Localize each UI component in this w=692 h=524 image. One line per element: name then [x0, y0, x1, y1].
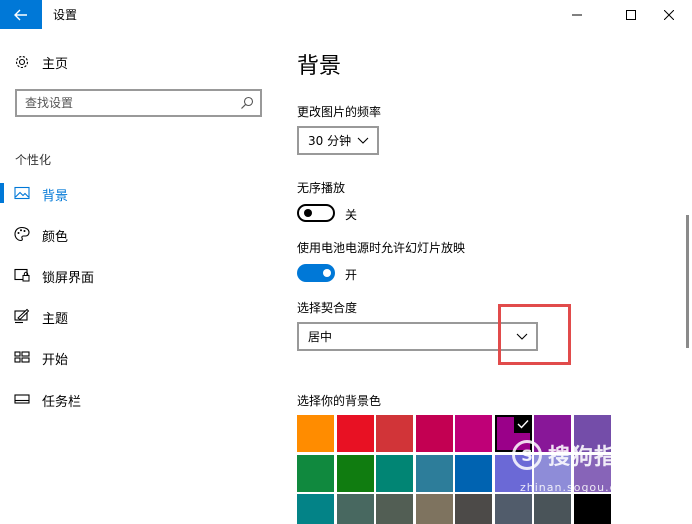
sidebar-item-home[interactable]: 主页 [14, 52, 68, 72]
section-title: 个性化 [15, 153, 52, 167]
dropdown-value: 居中 [308, 330, 333, 344]
color-swatch[interactable] [415, 494, 453, 524]
color-swatch[interactable] [415, 415, 453, 452]
search-input[interactable] [17, 91, 227, 115]
search-box[interactable] [15, 89, 262, 117]
color-swatch[interactable] [376, 494, 413, 524]
sidebar-item-label: 主页 [42, 56, 69, 72]
color-swatch[interactable] [455, 494, 492, 524]
battery-slideshow-label: 使用电池电源时允许幻灯片放映 [297, 241, 466, 255]
watermark-url: zhinan.sogou.com [520, 481, 637, 494]
watermark-logo: S [512, 440, 542, 470]
color-swatch[interactable] [573, 494, 611, 524]
sidebar-item-start[interactable]: 开始 [0, 337, 276, 377]
sidebar-item-label: 主题 [42, 312, 69, 327]
toggle-knob [304, 209, 312, 217]
active-indicator [0, 183, 4, 203]
color-swatch[interactable] [376, 454, 413, 492]
back-button[interactable] [0, 0, 42, 29]
back-arrow-icon [14, 9, 27, 20]
image-icon [14, 186, 30, 200]
minimize-icon [572, 14, 582, 15]
shuffle-state: 关 [345, 208, 358, 222]
sidebar-item-lock-screen[interactable]: 锁屏界面 [0, 255, 276, 295]
search-icon[interactable] [240, 96, 254, 110]
taskbar-icon [14, 394, 30, 404]
battery-slideshow-state: 开 [345, 268, 358, 282]
dropdown-value: 30 分钟 [308, 134, 352, 148]
fit-label: 选择契合度 [297, 301, 358, 315]
maximize-icon [626, 9, 636, 20]
sidebar: 主页 个性化 背景 颜色 锁屏界面 [0, 29, 276, 524]
lock-screen-icon [14, 268, 30, 282]
background-color-label: 选择你的背景色 [297, 394, 382, 408]
watermark: S 搜狗指南 [512, 439, 640, 471]
window-title: 设置 [53, 8, 78, 22]
sidebar-item-label: 开始 [42, 353, 69, 368]
highlight-annotation-box [498, 304, 571, 365]
close-button[interactable] [646, 0, 692, 29]
sidebar-item-background[interactable]: 背景 [0, 173, 276, 213]
color-swatch[interactable] [376, 415, 413, 452]
start-menu-icon [14, 351, 30, 363]
color-swatch[interactable] [336, 454, 374, 492]
gear-icon [15, 55, 29, 69]
sidebar-item-colors[interactable]: 颜色 [0, 214, 276, 254]
theme-brush-icon [14, 308, 30, 324]
sidebar-item-themes[interactable]: 主题 [0, 296, 276, 336]
sidebar-item-label: 颜色 [42, 230, 69, 245]
page-title: 背景 [297, 54, 342, 79]
checkmark-icon [513, 415, 532, 433]
color-swatch[interactable] [297, 415, 334, 452]
title-bar: 设置 [0, 0, 692, 29]
toggle-knob [323, 269, 331, 277]
close-icon [664, 9, 674, 20]
color-swatch[interactable] [415, 454, 453, 492]
palette-icon [14, 226, 30, 242]
sidebar-item-label: 背景 [42, 189, 69, 204]
color-swatch[interactable] [494, 494, 532, 524]
color-swatch[interactable] [455, 415, 492, 452]
color-swatch[interactable] [455, 454, 492, 492]
chevron-down-icon [357, 137, 369, 144]
watermark-text: 搜狗指南 [548, 445, 641, 470]
shuffle-label: 无序播放 [297, 181, 346, 195]
color-swatch[interactable] [534, 494, 571, 524]
color-swatch[interactable] [336, 415, 374, 452]
sidebar-item-taskbar[interactable]: 任务栏 [0, 379, 276, 419]
sidebar-item-label: 任务栏 [42, 395, 82, 410]
color-swatch[interactable] [336, 494, 374, 524]
change-frequency-dropdown[interactable]: 30 分钟 [297, 126, 379, 155]
battery-slideshow-toggle[interactable] [297, 264, 335, 282]
color-swatch[interactable] [297, 494, 334, 524]
shuffle-toggle[interactable] [297, 204, 335, 222]
color-swatch[interactable] [297, 454, 334, 492]
sidebar-item-label: 锁屏界面 [42, 271, 95, 286]
change-frequency-label: 更改图片的频率 [297, 105, 382, 119]
minimize-button[interactable] [554, 0, 600, 29]
scrollbar-thumb[interactable] [686, 215, 689, 348]
